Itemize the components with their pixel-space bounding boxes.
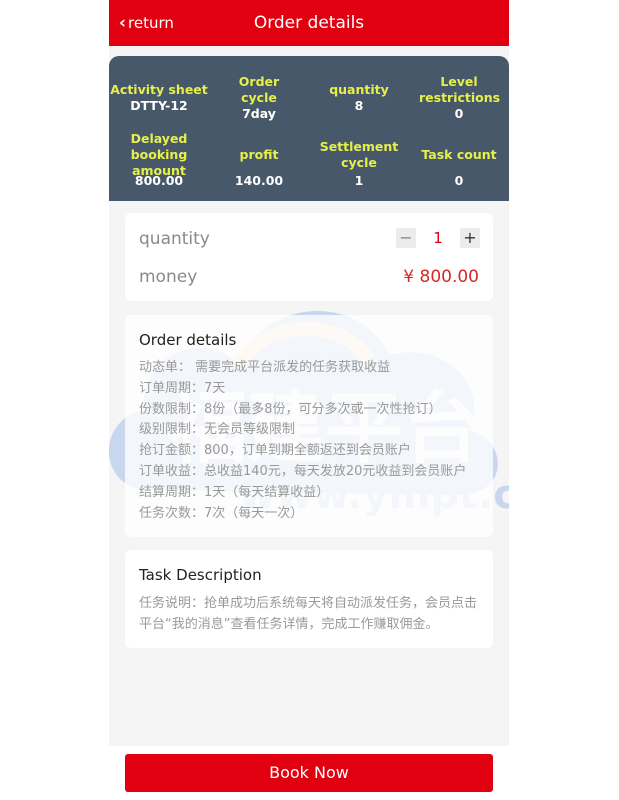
summary-cell-quantity: quantity 8 [309, 74, 409, 114]
back-label: return [128, 14, 174, 32]
detail-line: 结算周期：1天（每天结算收益） [139, 484, 330, 500]
summary-value: 0 [454, 173, 464, 188]
task-description-text: 任务说明：抢单成功后系统每天将自动派发任务，会员点击平台“我的消息”查看任务详情… [139, 596, 478, 632]
order-form-card: quantity − 1 + money ¥ 800.00 [125, 213, 493, 301]
summary-cell-order-cycle: Order cycle 7day [209, 74, 309, 122]
order-details-list: 动态单： 需要完成平台派发的任务获取收益 订单周期：7天 份数限制：8份（最多8… [139, 358, 484, 524]
back-button[interactable]: ‹ return [119, 0, 174, 46]
summary-cell-delayed-booking-amount: Delayed booking amount 800.00 [109, 131, 209, 189]
summary-value: 800.00 [134, 173, 184, 188]
detail-line: 订单周期：7天 [139, 380, 226, 396]
summary-label: Order cycle [238, 74, 280, 105]
order-details-title: Order details [139, 331, 237, 349]
detail-line: 任务次数：7次（每天一次） [139, 505, 304, 521]
book-now-button[interactable]: Book Now [125, 754, 493, 792]
summary-label: quantity [329, 82, 389, 97]
quantity-stepper: − 1 + [396, 227, 480, 249]
summary-value: DTTY-12 [130, 98, 188, 113]
app-screen: ‹ return Order details Activity sheet DT… [109, 0, 509, 800]
detail-line: 订单收益：总收益140元，每天发放20元收益到会员账户 [139, 463, 467, 479]
summary-cell-level-restrictions: Level restrictions 0 [409, 74, 509, 122]
detail-line: 级别限制：无会员等级限制 [139, 422, 296, 438]
summary-grid: Activity sheet DTTY-12 Order cycle 7day … [109, 56, 509, 201]
summary-label: Activity sheet [110, 82, 208, 97]
summary-cell-profit: profit 140.00 [209, 131, 309, 189]
summary-label: Task count [421, 147, 497, 162]
summary-value: 7day [242, 106, 276, 121]
summary-cell-activity-sheet: Activity sheet DTTY-12 [109, 74, 209, 114]
summary-value: 1 [354, 173, 364, 188]
summary-panel: Activity sheet DTTY-12 Order cycle 7day … [109, 56, 509, 201]
summary-label: Settlement cycle [319, 139, 399, 170]
order-details-card: Order details 动态单： 需要完成平台派发的任务获取收益 订单周期：… [125, 315, 493, 537]
money-label: money [139, 267, 198, 287]
detail-line: 动态单： 需要完成平台派发的任务获取收益 [139, 360, 391, 375]
summary-cell-settlement-cycle: Settlement cycle 1 [309, 131, 409, 189]
money-value: ¥ 800.00 [403, 267, 479, 287]
task-description-title: Task Description [139, 566, 262, 584]
summary-label: Level restrictions [419, 74, 501, 105]
footer-bar: Book Now [109, 746, 509, 800]
decrease-button[interactable]: − [396, 228, 416, 248]
summary-value: 8 [354, 98, 364, 113]
summary-value: 140.00 [234, 173, 284, 188]
increase-button[interactable]: + [460, 228, 480, 248]
summary-value: 0 [454, 106, 464, 121]
summary-label: Delayed booking amount [130, 131, 188, 178]
summary-cell-task-count: Task count 0 [409, 131, 509, 189]
quantity-label: quantity [139, 229, 210, 249]
detail-line: 抢订金额：800，订单到期全额返还到会员账户 [139, 443, 411, 459]
summary-label: profit [239, 147, 279, 162]
quantity-value[interactable]: 1 [416, 229, 460, 247]
header-bar: ‹ return Order details [109, 0, 509, 46]
detail-line: 份数限制：8份（最多8份，可分多次或一次性抢订） [139, 401, 442, 417]
task-description-card: Task Description 任务说明：抢单成功后系统每天将自动派发任务，会… [125, 550, 493, 648]
chevron-left-icon: ‹ [119, 13, 127, 33]
